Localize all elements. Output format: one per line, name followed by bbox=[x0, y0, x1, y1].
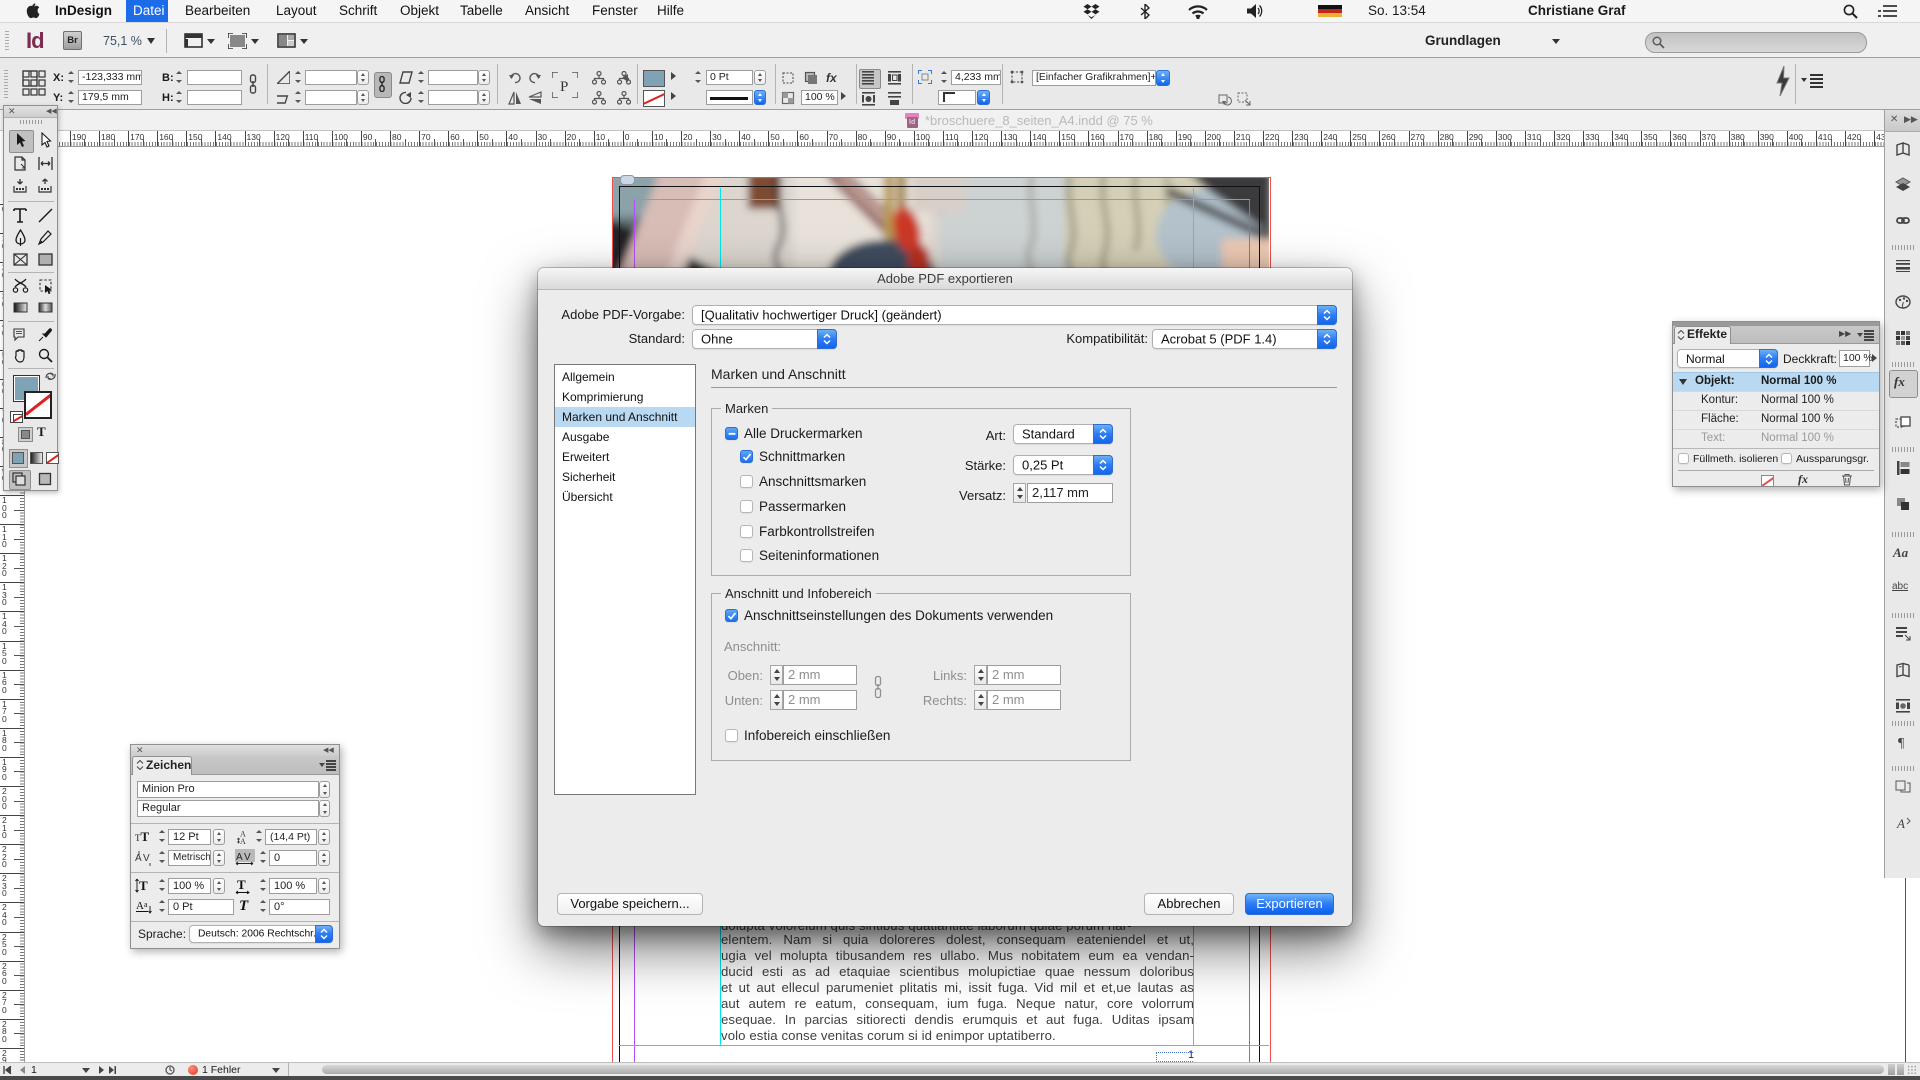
svg-text:a: a bbox=[144, 900, 148, 909]
svg-text:T: T bbox=[139, 878, 148, 893]
svg-text:P: P bbox=[560, 79, 568, 95]
svg-text:A: A bbox=[135, 853, 142, 864]
svg-text:A: A bbox=[1896, 816, 1905, 831]
svg-text:A: A bbox=[240, 837, 246, 845]
svg-text:V: V bbox=[244, 852, 251, 863]
svg-text:A: A bbox=[236, 852, 243, 863]
svg-text:¶: ¶ bbox=[1898, 736, 1905, 750]
svg-text:A: A bbox=[136, 900, 144, 912]
svg-text:V: V bbox=[143, 853, 150, 864]
svg-text:T: T bbox=[237, 877, 246, 892]
